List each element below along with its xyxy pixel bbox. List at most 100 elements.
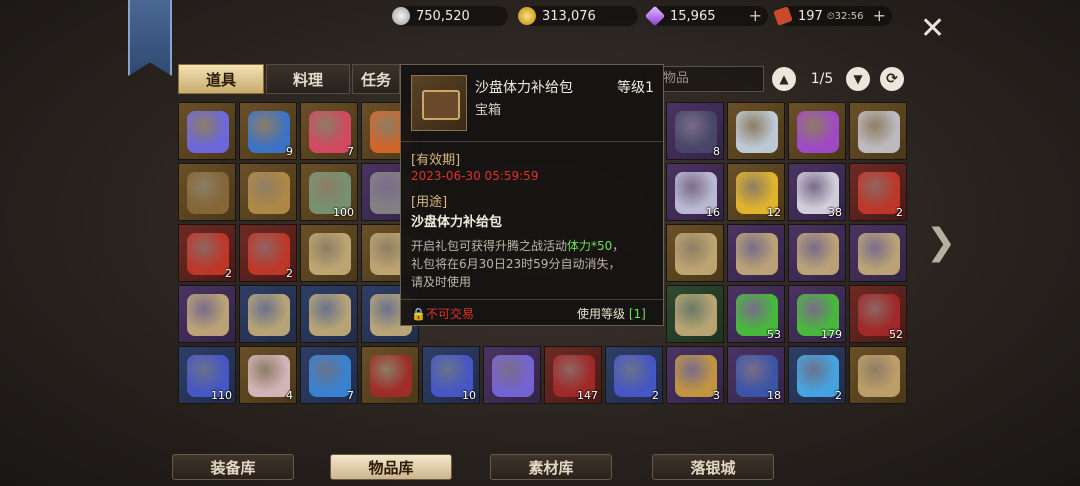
- map-scroll-icon: [858, 233, 900, 275]
- purple-crystal-icon: [797, 111, 839, 153]
- tab-equipment-storage[interactable]: 装备库: [172, 454, 294, 480]
- inventory-slot[interactable]: 9: [239, 102, 297, 160]
- inventory-slot[interactable]: 52: [849, 285, 907, 343]
- gold-coin-icon: [518, 7, 536, 25]
- inventory-slot[interactable]: [178, 102, 236, 160]
- inventory-slot[interactable]: 4: [239, 346, 297, 404]
- diamond-currency: 15,965 +: [644, 5, 768, 27]
- blue-ticket-icon: [614, 355, 656, 397]
- inventory-slot[interactable]: 110: [178, 346, 236, 404]
- item-type: 宝箱: [475, 103, 502, 118]
- inventory-slot[interactable]: 3: [666, 346, 724, 404]
- page-up-icon[interactable]: ▲: [772, 67, 796, 91]
- hook-icon: [675, 355, 717, 397]
- description-line-1: 开启礼包可获得升腾之战活动体力*50，: [411, 239, 625, 253]
- inventory-slot[interactable]: [483, 346, 541, 404]
- use-level: 使用等级 [1]: [577, 307, 646, 321]
- blue-card-icon: [248, 111, 290, 153]
- inventory-slot[interactable]: 2: [239, 224, 297, 282]
- inventory-slot[interactable]: 179: [788, 285, 846, 343]
- inventory-slot[interactable]: 7: [300, 102, 358, 160]
- item-count: 3: [713, 389, 720, 402]
- inventory-slot[interactable]: [239, 163, 297, 221]
- item-count: 2: [225, 267, 232, 280]
- ticket-currency: 197 ⏲ 32:56 +: [773, 6, 892, 26]
- inventory-slot[interactable]: [788, 102, 846, 160]
- close-icon[interactable]: ✕: [920, 14, 945, 44]
- item-count: 2: [652, 389, 659, 402]
- inventory-slot[interactable]: [361, 346, 419, 404]
- inventory-slot[interactable]: 2: [849, 163, 907, 221]
- map-scroll-icon: [248, 294, 290, 336]
- inventory-slot[interactable]: [300, 285, 358, 343]
- inventory-slot[interactable]: [666, 285, 724, 343]
- tab-items[interactable]: 道具: [178, 64, 264, 94]
- map-scroll-icon: [675, 294, 717, 336]
- map-scroll-icon: [675, 233, 717, 275]
- add-diamond-button[interactable]: +: [749, 8, 762, 24]
- tab-material-storage[interactable]: 素材库: [490, 454, 612, 480]
- purple-ticket-icon: [492, 355, 534, 397]
- item-count: 16: [706, 206, 720, 219]
- crystal-icon: [736, 111, 778, 153]
- item-count: 10: [462, 389, 476, 402]
- puzzle-ru-icon: [187, 233, 229, 275]
- inventory-slot[interactable]: 18: [727, 346, 785, 404]
- inventory-slot[interactable]: [178, 285, 236, 343]
- item-count: 38: [828, 206, 842, 219]
- diamond-amount: 15,965: [670, 8, 716, 24]
- item-count: 18: [767, 389, 781, 402]
- inventory-slot[interactable]: 7: [300, 346, 358, 404]
- item-count: 147: [577, 389, 598, 402]
- inventory-slot[interactable]: [178, 163, 236, 221]
- inventory-slot[interactable]: 12: [727, 163, 785, 221]
- inventory-slot[interactable]: [849, 102, 907, 160]
- map-scroll-icon: [797, 233, 839, 275]
- guild-banner-icon[interactable]: [128, 0, 172, 76]
- clock-icon: ⏲: [826, 10, 835, 22]
- inventory-slot[interactable]: [666, 224, 724, 282]
- inventory-slot[interactable]: 147: [544, 346, 602, 404]
- inventory-slot[interactable]: 2: [605, 346, 663, 404]
- inventory-slot[interactable]: 16: [666, 163, 724, 221]
- item-count: 179: [821, 328, 842, 341]
- inventory-slot[interactable]: 53: [727, 285, 785, 343]
- tab-luoyin-city[interactable]: 落银城: [652, 454, 774, 480]
- inventory-slot[interactable]: 38: [788, 163, 846, 221]
- page-indicator: 1/5: [810, 71, 834, 87]
- item-count: 8: [713, 145, 720, 158]
- inventory-slot[interactable]: [788, 224, 846, 282]
- item-count: 2: [835, 389, 842, 402]
- item-level: 等级1: [617, 80, 654, 96]
- tab-quest[interactable]: 任务: [352, 64, 400, 94]
- chest-icon: [187, 172, 229, 214]
- add-ticket-button[interactable]: +: [873, 8, 886, 24]
- refresh-icon[interactable]: ⟳: [880, 67, 904, 91]
- tab-cooking[interactable]: 料理: [266, 64, 350, 94]
- map-scroll-icon: [309, 294, 351, 336]
- inventory-slot[interactable]: [727, 224, 785, 282]
- inventory-slot[interactable]: 10: [422, 346, 480, 404]
- page-down-icon[interactable]: ▼: [846, 67, 870, 91]
- usage-value: 沙盘体力补给包: [411, 215, 503, 230]
- red-ticket-icon: [370, 355, 412, 397]
- inventory-slot[interactable]: [849, 346, 907, 404]
- ticket-amount: 197: [798, 8, 823, 24]
- inventory-slot[interactable]: 2: [178, 224, 236, 282]
- inventory-slot[interactable]: 8: [666, 102, 724, 160]
- ticket-timer: 32:56: [834, 10, 864, 22]
- puzzle-red-icon: [858, 172, 900, 214]
- description-line-2: 礼包将在6月30日23时59分自动消失，: [411, 257, 621, 271]
- blue-puzzle-icon: [309, 355, 351, 397]
- tab-item-storage[interactable]: 物品库: [330, 454, 452, 480]
- inventory-slot[interactable]: [239, 285, 297, 343]
- inventory-slot[interactable]: [300, 224, 358, 282]
- gold-currency: 313,076: [518, 6, 638, 26]
- compass-icon: [248, 172, 290, 214]
- inventory-slot[interactable]: [849, 224, 907, 282]
- paw-badge-icon: [248, 355, 290, 397]
- inventory-slot[interactable]: 100: [300, 163, 358, 221]
- inventory-slot[interactable]: [727, 102, 785, 160]
- inventory-slot[interactable]: 2: [788, 346, 846, 404]
- next-page-arrow-icon[interactable]: ❯: [926, 222, 956, 263]
